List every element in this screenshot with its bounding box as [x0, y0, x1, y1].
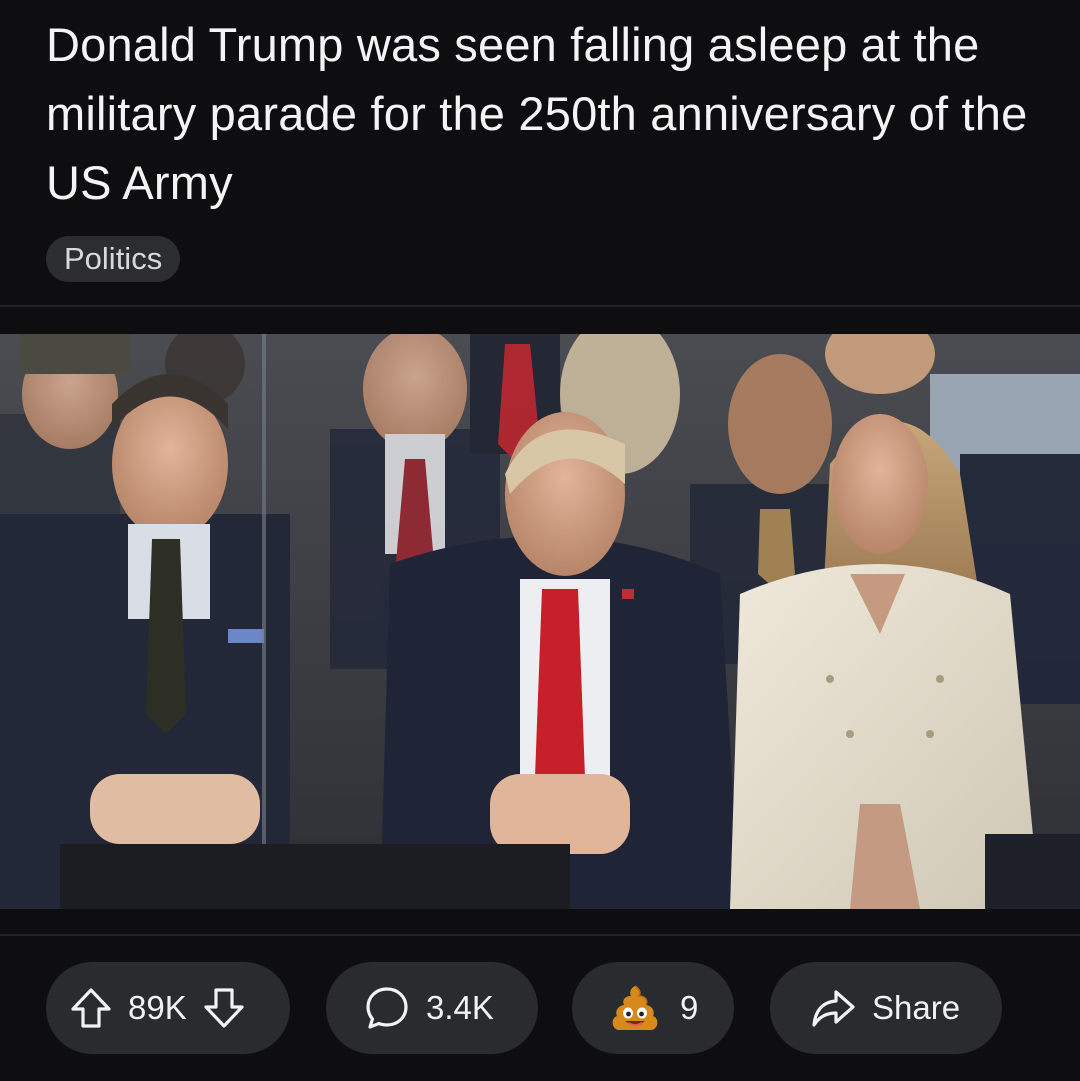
post-image[interactable] — [0, 334, 1080, 909]
poop-emoji-icon — [610, 983, 660, 1033]
vote-control: 89K — [46, 962, 290, 1054]
comment-count: 3.4K — [426, 989, 494, 1026]
vote-count: 89K — [128, 989, 187, 1026]
arrow-down-icon[interactable] — [201, 985, 247, 1031]
arrow-up-icon[interactable] — [68, 985, 114, 1031]
share-arrow-icon — [810, 985, 856, 1031]
action-bar: 89K 3.4K 9 Share — [0, 962, 1080, 1054]
share-button[interactable]: Share — [770, 962, 1002, 1054]
glass-edge — [262, 334, 266, 909]
front-rail — [60, 844, 570, 909]
speech-bubble-icon — [364, 985, 410, 1031]
photo-illustration — [0, 334, 1080, 909]
flair-badge[interactable]: Politics — [46, 236, 181, 282]
award-button[interactable]: 9 — [572, 962, 734, 1054]
divider — [0, 305, 1080, 307]
comments-button[interactable]: 3.4K — [326, 962, 538, 1054]
post-title[interactable]: Donald Trump was seen falling asleep at … — [46, 10, 1036, 217]
award-count: 9 — [680, 989, 699, 1026]
divider — [0, 934, 1080, 936]
share-label: Share — [872, 989, 961, 1026]
